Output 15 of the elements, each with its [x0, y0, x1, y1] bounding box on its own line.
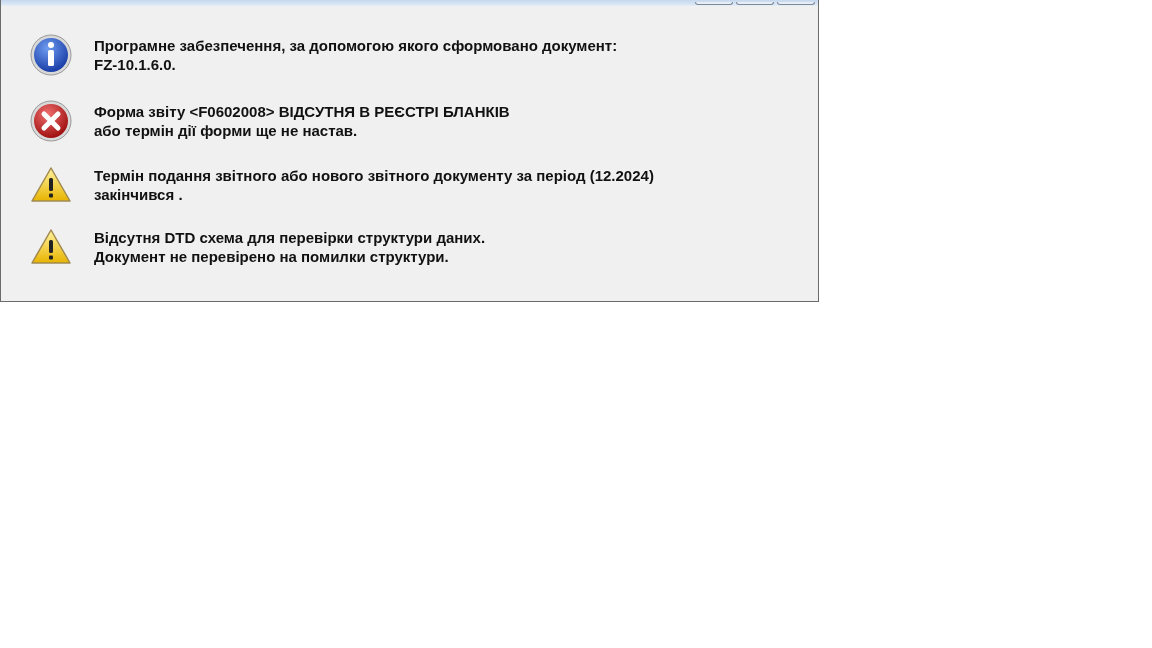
message-text: FZ-10.1.6.0.: [94, 55, 177, 74]
message-text: Документ не перевірено на помилки структури.: [94, 247, 450, 266]
warning-icon: [30, 166, 72, 204]
window-button[interactable]: [777, 2, 815, 5]
window-button[interactable]: [736, 2, 774, 5]
message-text: або термін дії форми ще не настав.: [94, 121, 359, 140]
info-icon: [30, 34, 72, 76]
warning-icon: [30, 228, 72, 266]
error-icon: [30, 100, 72, 142]
message-text: закінчився .: [94, 185, 184, 204]
message-text: Програмне забезпечення, за допомогою якого сформовано документ:: [94, 36, 618, 55]
message-text: Форма звіту <F0602008> ВІДСУТНЯ В РЕЄСТРІ БЛАНКІВ: [94, 102, 510, 121]
message-text: Відсутня DTD схема для перевірки структури даних.: [94, 228, 486, 247]
window-button[interactable]: [695, 2, 733, 5]
message-text: Термін подання звітного або нового звітного документу за період (12.2024): [94, 166, 654, 185]
